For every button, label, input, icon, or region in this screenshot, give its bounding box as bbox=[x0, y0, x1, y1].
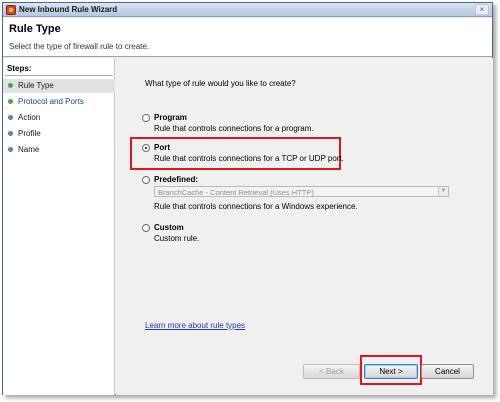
content-pane: What type of rule would you like to crea… bbox=[116, 58, 493, 395]
port-label[interactable]: Port bbox=[154, 143, 170, 152]
program-radio[interactable] bbox=[142, 114, 150, 122]
program-description: Rule that controls connections for a pro… bbox=[154, 124, 314, 133]
wizard-header: Rule Type Select the type of firewall ru… bbox=[3, 18, 492, 57]
steps-heading: Steps: bbox=[7, 64, 32, 73]
steps-pane: Steps: Rule Type Protocol and Ports Acti… bbox=[3, 58, 115, 395]
custom-label[interactable]: Custom bbox=[154, 223, 184, 232]
steps-divider bbox=[5, 75, 113, 76]
page-subtitle: Select the type of firewall rule to crea… bbox=[9, 42, 150, 51]
step-protocol-and-ports[interactable]: Protocol and Ports bbox=[3, 95, 115, 109]
predefined-dropdown-value: BranchCache - Content Retrieval (Uses HT… bbox=[158, 188, 314, 197]
program-label[interactable]: Program bbox=[154, 113, 187, 122]
learn-more-link[interactable]: Learn more about rule types bbox=[145, 321, 245, 330]
step-pending-icon bbox=[8, 115, 13, 120]
step-complete-icon bbox=[8, 99, 13, 104]
page-title: Rule Type bbox=[9, 23, 61, 35]
step-rule-type[interactable]: Rule Type bbox=[3, 79, 115, 93]
step-action: Action bbox=[3, 111, 115, 125]
step-label: Action bbox=[18, 113, 41, 122]
step-profile: Profile bbox=[3, 127, 115, 141]
close-button[interactable]: × bbox=[475, 4, 489, 15]
port-radio[interactable] bbox=[142, 144, 150, 152]
step-complete-icon bbox=[8, 83, 13, 88]
title-bar: New Inbound Rule Wizard × bbox=[3, 3, 492, 17]
rule-type-question: What type of rule would you like to crea… bbox=[145, 79, 296, 88]
predefined-description: Rule that controls connections for a Win… bbox=[154, 202, 358, 211]
step-name: Name bbox=[3, 143, 115, 157]
step-pending-icon bbox=[8, 131, 13, 136]
step-label: Rule Type bbox=[18, 81, 54, 90]
step-label: Profile bbox=[18, 129, 41, 138]
firewall-icon bbox=[6, 5, 16, 15]
wizard-window: New Inbound Rule Wizard × Rule Type Sele… bbox=[2, 2, 493, 395]
custom-description: Custom rule. bbox=[154, 234, 200, 243]
port-description: Rule that controls connections for a TCP… bbox=[154, 154, 344, 163]
step-label: Protocol and Ports bbox=[18, 97, 84, 106]
chevron-down-icon: ▼ bbox=[438, 187, 448, 196]
back-button[interactable]: < Back bbox=[303, 364, 360, 379]
predefined-dropdown[interactable]: BranchCache - Content Retrieval (Uses HT… bbox=[154, 186, 449, 197]
step-label: Name bbox=[18, 145, 40, 154]
next-button[interactable]: Next > bbox=[364, 364, 418, 379]
window-title: New Inbound Rule Wizard bbox=[19, 5, 118, 14]
custom-radio[interactable] bbox=[142, 224, 150, 232]
predefined-radio[interactable] bbox=[142, 176, 150, 184]
predefined-label[interactable]: Predefined: bbox=[154, 175, 198, 184]
step-pending-icon bbox=[8, 147, 13, 152]
cancel-button[interactable]: Cancel bbox=[421, 364, 474, 379]
